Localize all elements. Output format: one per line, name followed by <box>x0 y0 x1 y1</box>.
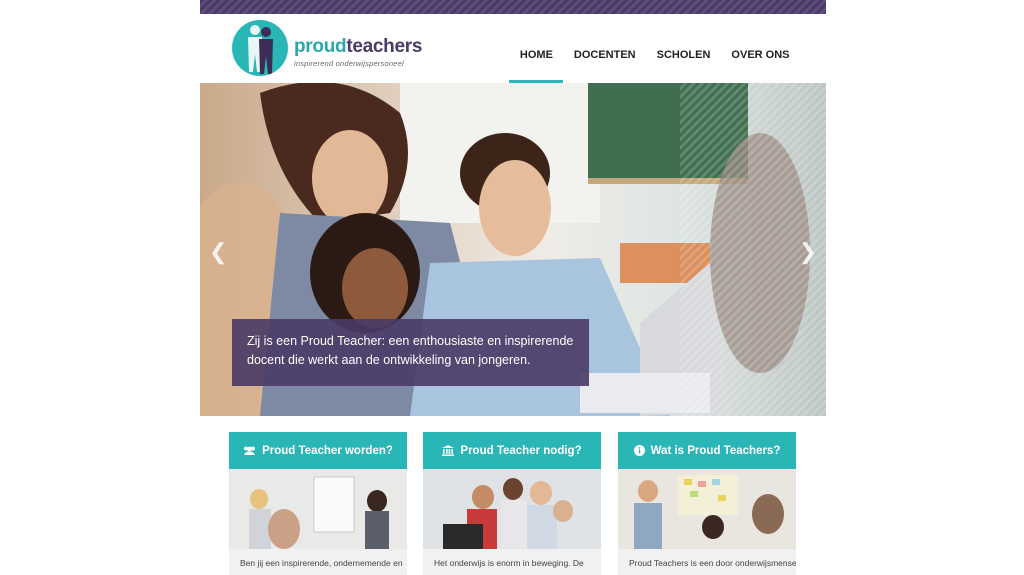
card-wat-is-button[interactable]: Wat is Proud Teachers? <box>618 432 796 469</box>
top-bar <box>200 0 826 14</box>
caption-line-1: Zij is een Proud Teacher: een enthousias… <box>247 334 574 348</box>
card-text: Proud Teachers is een door onderwijsmens… <box>629 558 796 568</box>
card-wat-is: Wat is Proud Teachers? Proud Teachers is… <box>618 432 796 575</box>
hero-caption: Zij is een Proud Teacher: een enthousias… <box>232 319 589 386</box>
main-nav: HOME DOCENTEN SCHOLEN OVER ONS <box>509 14 800 83</box>
card-teacher-worden-button[interactable]: Proud Teacher worden? <box>229 432 407 469</box>
card-title: Wat is Proud Teachers? <box>650 444 781 457</box>
card-photo <box>618 469 796 549</box>
card-photo <box>423 469 601 549</box>
nav-docenten[interactable]: DOCENTEN <box>563 14 646 83</box>
hero-slider: ❮ ❯ Zij is een Proud Teacher: een enthou… <box>200 83 826 416</box>
logo-wordmark: proudteachers <box>294 36 423 57</box>
nav-scholen[interactable]: SCHOLEN <box>646 14 721 83</box>
card-teacher-worden: Proud Teacher worden? Ben jij een inspir… <box>229 432 407 575</box>
card-text: Ben jij een inspirerende, ondernemende e… <box>240 558 403 568</box>
card-title: Proud Teacher worden? <box>262 444 393 457</box>
logo-emblem-icon <box>232 20 288 76</box>
logo[interactable]: proudteachers inspirerend onderwijsperso… <box>232 20 422 78</box>
card-teacher-nodig: Proud Teacher nodig? Het onderwijs is en… <box>423 432 601 575</box>
card-photo <box>229 469 407 549</box>
slider-prev-icon[interactable]: ❮ <box>209 241 227 263</box>
users-icon <box>244 446 256 455</box>
logo-tagline: inspirerend onderwijspersoneel <box>294 59 404 68</box>
info-circle-icon <box>633 445 645 456</box>
page: proudteachers inspirerend onderwijsperso… <box>0 0 1024 575</box>
card-teacher-nodig-button[interactable]: Proud Teacher nodig? <box>423 432 601 469</box>
slider-next-icon[interactable]: ❯ <box>799 241 817 263</box>
site-header: proudteachers inspirerend onderwijsperso… <box>200 14 826 83</box>
nav-home[interactable]: HOME <box>509 14 564 83</box>
caption-line-2: docent die werkt aan de ontwikkeling van… <box>247 353 531 367</box>
nav-over-ons[interactable]: OVER ONS <box>721 14 800 83</box>
institution-icon <box>442 445 455 456</box>
card-text: Het onderwijs is enorm in beweging. De <box>434 558 584 568</box>
card-title: Proud Teacher nodig? <box>460 444 582 457</box>
